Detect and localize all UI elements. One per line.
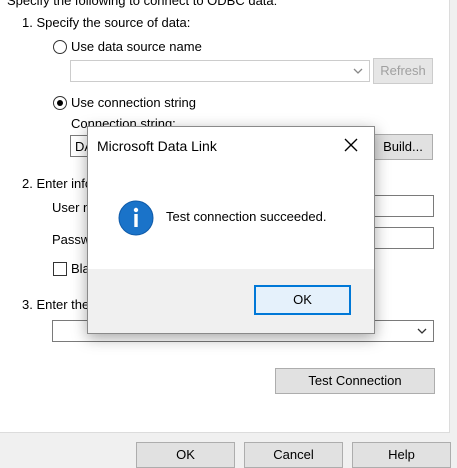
refresh-button[interactable]: Refresh xyxy=(373,58,433,84)
password-label: Passw xyxy=(52,232,91,247)
test-connection-button[interactable]: Test Connection xyxy=(275,368,435,394)
step3-label: 3. Enter the xyxy=(22,297,90,312)
ok-button[interactable]: OK xyxy=(136,442,235,468)
message-dialog: Microsoft Data Link Test connection succ… xyxy=(87,126,375,334)
dialog-footer: OK xyxy=(88,269,374,333)
dialog-ok-button[interactable]: OK xyxy=(254,285,351,315)
step1-label: 1. Specify the source of data: xyxy=(22,15,191,30)
close-icon[interactable] xyxy=(343,137,359,153)
step2-label: 2. Enter info xyxy=(22,176,93,191)
dsn-combo[interactable] xyxy=(70,60,370,82)
dsn-radio-label[interactable]: Use data source name xyxy=(71,39,202,54)
chevron-down-icon xyxy=(353,68,363,74)
blank-password-checkbox[interactable] xyxy=(53,262,67,276)
dsn-radio[interactable] xyxy=(53,40,67,54)
help-button[interactable]: Help xyxy=(352,442,451,468)
dialog-title: Microsoft Data Link xyxy=(97,138,217,154)
dialog-message: Test connection succeeded. xyxy=(166,209,327,224)
intro-text: Specify the following to connect to ODBC… xyxy=(7,0,278,8)
chevron-down-icon xyxy=(417,328,427,334)
build-button[interactable]: Build... xyxy=(373,134,433,160)
info-icon xyxy=(118,200,154,236)
cancel-button[interactable]: Cancel xyxy=(244,442,343,468)
conn-string-radio[interactable] xyxy=(53,96,67,110)
user-name-label: User n xyxy=(52,200,91,215)
conn-string-radio-label[interactable]: Use connection string xyxy=(71,95,196,110)
